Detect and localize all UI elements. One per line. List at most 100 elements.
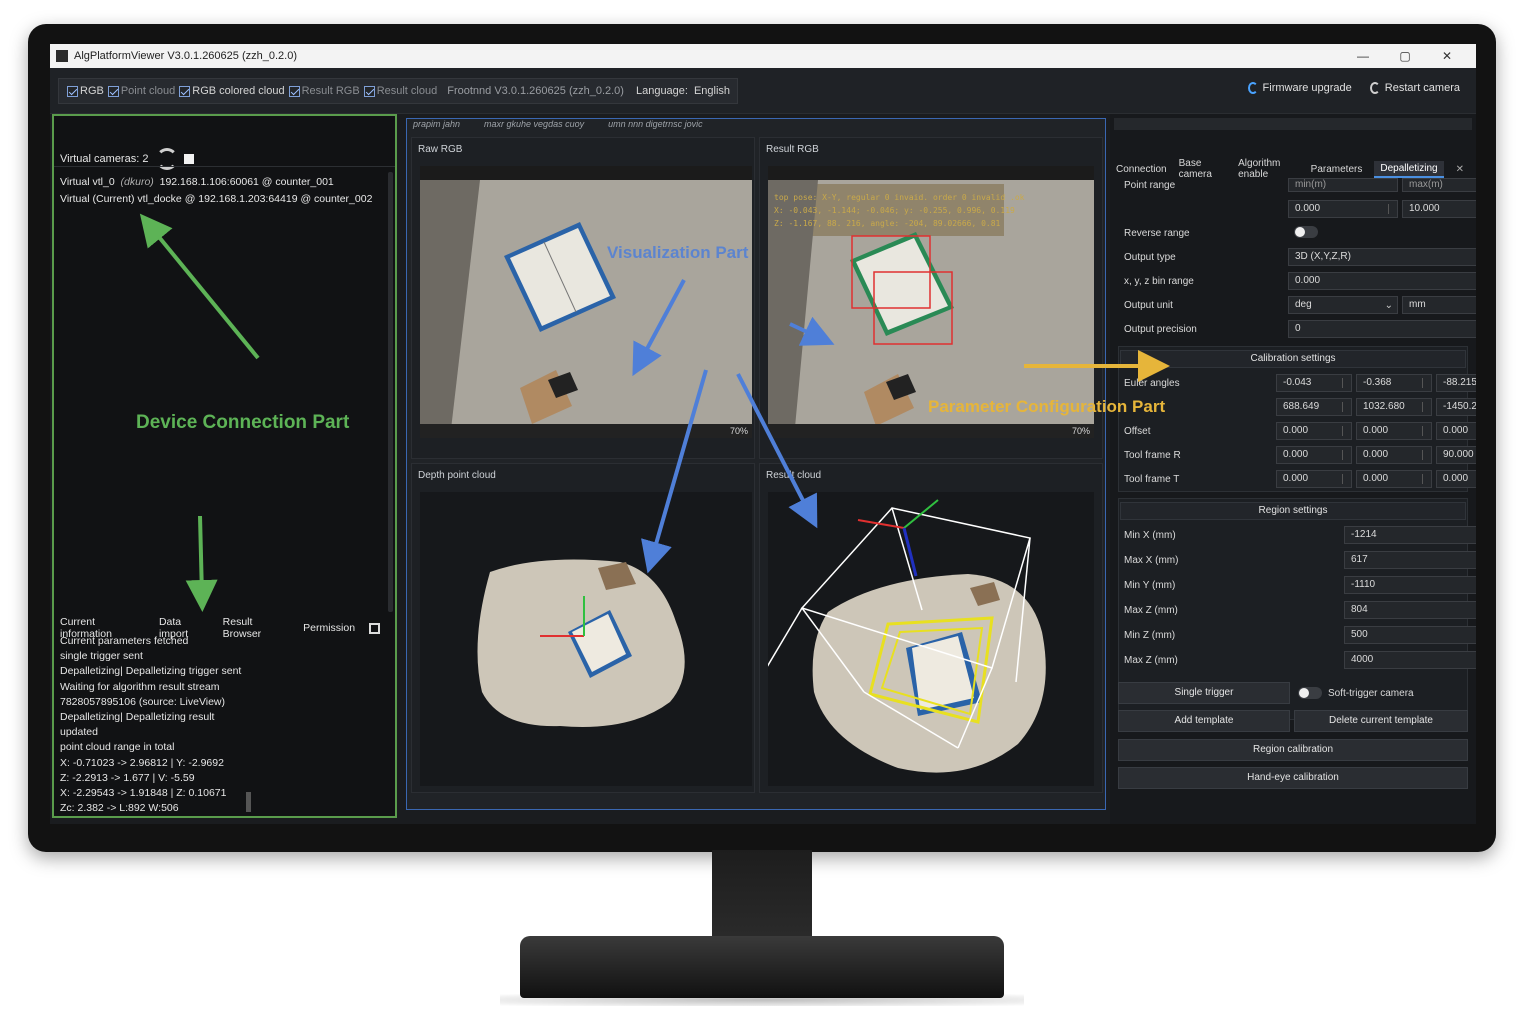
hand-eye-calibration-button[interactable]: Hand-eye calibration [1118, 767, 1468, 789]
view-tab[interactable]: prapim jahn [413, 119, 460, 131]
calib-input[interactable]: 688.649 [1276, 398, 1352, 416]
max-y-label: Max Z (mm) [1124, 605, 1178, 616]
tool-frame-r-label: Tool frame R [1124, 450, 1181, 461]
max-x-label: Max X (mm) [1124, 555, 1179, 566]
soft-trigger-toggle[interactable] [1298, 687, 1322, 699]
calib-input[interactable]: 0.000 [1276, 446, 1352, 464]
tab-permission[interactable]: Permission [303, 622, 355, 634]
min-z-label: Min Z (mm) [1124, 630, 1176, 641]
view-tab[interactable]: umn nnn digetrnsc jovic [608, 119, 703, 131]
log-line: X: -0.71023 -> 2.96812 | Y: -2.9692 [60, 756, 224, 769]
tab-depalletizing[interactable]: Depalletizing [1374, 160, 1444, 178]
visualization-label: Visualization Part [607, 243, 749, 262]
language-label: Language: [635, 85, 688, 97]
view-title: Result RGB [766, 144, 819, 155]
monitor-neck [712, 850, 812, 942]
close-button[interactable]: ✕ [1426, 44, 1468, 68]
calib-input[interactable]: 0.000 [1436, 470, 1476, 488]
parameter-configuration-label: Parameter Configuration Part [928, 397, 1166, 416]
visualization-panel: prapim jahn maxr gkuhe vegdas cuoy umn n… [406, 118, 1106, 810]
output-precision-input[interactable]: 0 [1288, 320, 1476, 338]
scrollbar[interactable] [388, 172, 393, 612]
calib-input[interactable]: 0.000 [1356, 446, 1432, 464]
point-range-max-input[interactable]: 10.000 [1402, 200, 1476, 218]
region-header: Region settings [1120, 502, 1466, 520]
calib-input[interactable]: -1450.220 [1436, 398, 1476, 416]
minimize-button[interactable]: — [1342, 44, 1384, 68]
raw-rgb-view: Raw RGB 70% [411, 137, 755, 459]
tab-algorithm-enable[interactable]: Algorithm enable [1238, 158, 1299, 180]
region-calibration-button[interactable]: Region calibration [1118, 739, 1468, 761]
checkbox-icon [67, 85, 78, 97]
calib-input[interactable]: 90.000 [1436, 446, 1476, 464]
language-select[interactable]: English [694, 85, 730, 97]
reverse-range-label: Reverse range [1124, 228, 1190, 239]
point-range-min-input[interactable]: 0.000 [1288, 200, 1398, 218]
point-range-min-hint: min(m) [1288, 178, 1398, 192]
calib-input[interactable]: 0.000 [1356, 470, 1432, 488]
calib-input[interactable]: 0.000 [1356, 422, 1432, 440]
restart-camera-button[interactable]: Restart camera [1369, 82, 1460, 94]
checkbox-icon [363, 85, 375, 97]
delete-template-button[interactable]: Delete current template [1294, 710, 1468, 732]
checkbox-result-rgb[interactable]: Result RGB [288, 85, 360, 97]
tab-base-camera[interactable]: Base camera [1179, 158, 1227, 180]
min-z-input[interactable]: 500 [1344, 626, 1476, 644]
calib-input[interactable]: 0.000 [1276, 470, 1352, 488]
tab-parameters[interactable]: Parameters [1311, 164, 1363, 175]
offset-label: Offset [1124, 426, 1151, 437]
add-template-button[interactable]: Add template [1118, 710, 1290, 732]
bin-range-input[interactable]: 0.000 [1288, 272, 1476, 290]
min-y-input[interactable]: -1110 [1344, 576, 1476, 594]
log-line: Zc: 2.382 -> L:892 W:506 [60, 802, 179, 815]
min-x-input[interactable]: -1214 [1344, 526, 1476, 544]
length-unit-select[interactable]: mm⌄ [1402, 296, 1476, 314]
log-line: updated [60, 726, 98, 739]
zoom-percent: 70% [729, 426, 748, 436]
checkbox-point-cloud[interactable]: Point cloud [107, 85, 175, 97]
maximize-button[interactable]: ▢ [1384, 44, 1426, 68]
checkbox-rgb-colored-cloud[interactable]: RGB colored cloud [179, 85, 285, 97]
parameter-panel: Connection Base camera Algorithm enable … [1110, 114, 1476, 824]
monitor-base [520, 936, 1004, 998]
grid-icon[interactable] [369, 622, 380, 634]
view-tabs: prapim jahn maxr gkuhe vegdas cuoy umn n… [407, 119, 1105, 131]
firmware-upgrade-button[interactable]: Firmware upgrade [1247, 82, 1352, 94]
camera-list: Virtual vtl_0 (dkuro) 192.168.1.106:6006… [60, 174, 372, 208]
stop-icon[interactable] [184, 154, 195, 164]
reverse-range-toggle[interactable] [1294, 226, 1318, 238]
checkbox-rgb[interactable]: RGB [67, 85, 104, 97]
log-line: Current parameters fetched [60, 635, 189, 647]
calib-input[interactable]: 1032.680 [1356, 398, 1432, 416]
calib-input[interactable]: -88.215 [1436, 374, 1476, 392]
window-title: AlgPlatformViewer V3.0.1.260625 (zzh_0.2… [74, 50, 297, 62]
max-x-input[interactable]: 617 [1344, 551, 1476, 569]
chevron-down-icon: ⌄ [1384, 300, 1393, 311]
calib-input[interactable]: 0.000 [1436, 422, 1476, 440]
view-tab[interactable]: maxr gkuhe vegdas cuoy [484, 119, 584, 131]
max-y-input[interactable]: 804 [1344, 601, 1476, 619]
checkbox-result-cloud[interactable]: Result cloud [363, 85, 437, 97]
depth-cloud-view: Depth point cloud [411, 463, 755, 793]
monitor-shadow [500, 994, 1024, 1006]
calib-input[interactable]: -0.368 [1356, 374, 1432, 392]
log-scrollbar[interactable] [246, 792, 251, 812]
result-cloud-image[interactable] [768, 492, 1094, 786]
checkbox-icon [288, 85, 300, 97]
camera-item[interactable]: Virtual (Current) vtl_docke @ 192.168.1.… [60, 191, 372, 208]
view-title: Result cloud [766, 470, 822, 481]
depth-cloud-image[interactable] [420, 492, 752, 786]
calib-input[interactable]: -0.043 [1276, 374, 1352, 392]
max-z-label: Max Z (mm) [1124, 655, 1178, 666]
calib-input[interactable]: 0.000 [1276, 422, 1352, 440]
max-z-input[interactable]: 4000 [1344, 651, 1476, 669]
log-line: Z: -2.2913 -> 1.677 | V: -5.59 [60, 771, 195, 784]
angle-unit-select[interactable]: deg ⌄ [1288, 296, 1398, 314]
raw-rgb-image[interactable]: 70% [420, 166, 752, 438]
close-tab-icon[interactable]: ✕ [1456, 164, 1464, 175]
output-type-select[interactable]: 3D (X,Y,Z,R)⌄ [1288, 248, 1476, 266]
tab-connection[interactable]: Connection [1116, 164, 1167, 175]
log-line: Depalletizing| Depalletizing trigger sen… [60, 665, 242, 678]
single-trigger-button[interactable]: Single trigger [1118, 682, 1290, 704]
camera-item[interactable]: Virtual vtl_0 (dkuro) 192.168.1.106:6006… [60, 174, 372, 191]
